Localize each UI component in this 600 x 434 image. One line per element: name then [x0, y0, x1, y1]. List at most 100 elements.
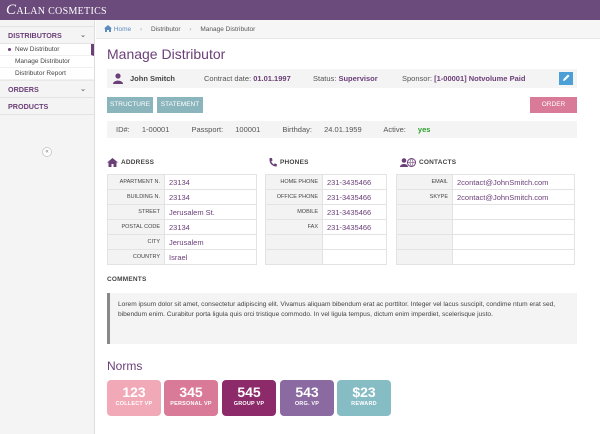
- contract-date: Contract date: 01.01.1997: [204, 69, 291, 88]
- phone-value: 231-3435466: [322, 204, 387, 220]
- collapse-sidebar-button[interactable]: «: [42, 147, 52, 157]
- table-row: MOBILE 231-3435466: [265, 204, 387, 220]
- distributor-info-bar: John Smitch Contract date: 01.01.1997 St…: [107, 69, 577, 88]
- phones-table: HOME PHONE 231-3435466 OFFICE PHONE 231-34…: [265, 174, 387, 265]
- table-row: FAX 231-3435466: [265, 219, 387, 235]
- passport-value: 100001: [235, 125, 261, 134]
- id-label: ID#:: [116, 125, 130, 134]
- sponsor: Sponsor: [1-00001] Notvolume Paid: [402, 69, 525, 88]
- distributor-name: John Smitch: [130, 74, 176, 83]
- contract-date-value: 01.01.1997: [253, 74, 291, 83]
- sidebar-item-label: PRODUCTS: [8, 102, 49, 111]
- contacts-section-title: CONTACTS: [400, 158, 456, 167]
- table-row: APARTMENT N. 23134: [107, 174, 257, 190]
- contact-key: [396, 204, 453, 220]
- contacts-table: EMAIL 2contact@JohnSmitch.com SKYPE 2conta…: [396, 174, 575, 265]
- distributors-submenu: New Distributor Manage Distributor Distr…: [0, 44, 94, 81]
- home-icon: [104, 25, 112, 32]
- id-field: ID#: 1-00001: [116, 125, 179, 134]
- sidebar-item-distributors[interactable]: DISTRIBUTORS ⌄: [0, 27, 94, 44]
- logo[interactable]: CALAN COSMETICS: [6, 2, 107, 19]
- norm-card-personal-vp: 345 PERSONAL VP: [164, 380, 218, 416]
- breadcrumb-home[interactable]: Home: [114, 26, 131, 33]
- breadcrumb: Home › Distributor › Manage Distributor: [96, 20, 600, 39]
- address-key: POSTAL CODE: [107, 219, 165, 235]
- contact-value: 2contact@JohnSmitch.com: [452, 174, 575, 190]
- contacts-icon: [400, 158, 416, 167]
- id-value: 1-00001: [141, 125, 170, 134]
- phones-title-text: PHONES: [280, 159, 309, 167]
- edit-button[interactable]: [559, 72, 573, 85]
- address-value: Jerusalem St.: [164, 204, 257, 220]
- active-value: yes: [417, 125, 431, 134]
- comments-section-title: COMMENTS: [107, 276, 147, 283]
- home-icon: [107, 158, 118, 167]
- table-row: EMAIL 2contact@JohnSmitch.com: [396, 174, 575, 190]
- sidebar-item-label: ORDERS: [8, 85, 39, 94]
- breadcrumb-current: Manage Distributor: [200, 26, 256, 33]
- contact-key: EMAIL: [396, 174, 453, 190]
- active-label: Active:: [383, 125, 406, 134]
- birthday-value: 24.01.1959: [324, 125, 362, 134]
- breadcrumb-separator: ›: [139, 26, 143, 33]
- table-row: [265, 234, 387, 250]
- norm-card-collect-vp: 123 COLLECT VP: [107, 380, 161, 416]
- birthday-field: Birthday: 24.01.1959: [282, 125, 371, 134]
- table-row: HOME PHONE 231-3435466: [265, 174, 387, 190]
- address-key: BUILDING N.: [107, 189, 165, 205]
- sidebar-item-manage-distributor[interactable]: Manage Distributor: [0, 56, 94, 68]
- contact-value: [452, 234, 575, 250]
- norm-card-org-vp: 543 ORG. VP: [280, 380, 334, 416]
- table-row: [265, 249, 387, 265]
- norm-label: PERSONAL VP: [170, 401, 212, 407]
- contact-key: [396, 219, 453, 235]
- logo-text: ALAN COSMETICS: [16, 6, 107, 17]
- norm-label: ORG. VP: [294, 401, 320, 407]
- top-bar: CALAN COSMETICS: [0, 0, 600, 20]
- chevron-down-icon: ⌄: [80, 32, 86, 39]
- table-row: SKYPE 2contact@JohnSmitch.com: [396, 189, 575, 205]
- norm-value: 123: [122, 384, 146, 400]
- table-row: [396, 249, 575, 265]
- contact-value: [452, 204, 575, 220]
- breadcrumb-distributor[interactable]: Distributor: [151, 26, 181, 33]
- norm-value: $23: [352, 384, 376, 400]
- address-value: Israel: [164, 249, 257, 265]
- passport-label: Passport:: [191, 125, 224, 134]
- sidebar-item-label: DISTRIBUTORS: [8, 31, 62, 40]
- sponsor-value: [1-00001] Notvolume Paid: [434, 74, 526, 83]
- logo-initial: C: [6, 2, 17, 18]
- norm-value: 345: [179, 384, 203, 400]
- page-title: Manage Distributor: [107, 46, 226, 62]
- sidebar-item-distributor-report[interactable]: Distributor Report: [0, 68, 94, 80]
- sidebar: DISTRIBUTORS ⌄ New Distributor Manage Di…: [0, 20, 95, 434]
- address-value: Jerusalem: [164, 234, 257, 250]
- table-row: STREET Jerusalem St.: [107, 204, 257, 220]
- table-row: [396, 234, 575, 250]
- phone-value: [322, 234, 387, 250]
- address-value: 23134: [164, 174, 257, 190]
- structure-button[interactable]: STRUCTURE: [107, 97, 153, 113]
- sidebar-item-products[interactable]: PRODUCTS: [0, 98, 94, 115]
- contact-key: [396, 234, 453, 250]
- person-icon: [113, 73, 123, 84]
- statement-button[interactable]: STATEMENT: [157, 97, 203, 113]
- contacts-title-text: CONTACTS: [419, 159, 457, 167]
- table-row: COUNTRY Israel: [107, 249, 257, 265]
- table-row: POSTAL CODE 23134: [107, 219, 257, 235]
- norm-label: GROUP VP: [233, 401, 265, 407]
- contract-date-label: Contract date:: [204, 74, 252, 83]
- address-section-title: ADDRESS: [107, 158, 154, 167]
- order-button[interactable]: ORDER: [530, 97, 577, 113]
- status-label: Status:: [313, 74, 337, 83]
- pencil-icon: [563, 74, 570, 81]
- address-key: CITY: [107, 234, 165, 250]
- comment-text: Lorem ipsum dolor sit amet, consectetur …: [107, 293, 577, 344]
- table-row: OFFICE PHONE 231-3435466: [265, 189, 387, 205]
- norm-value: 543: [295, 384, 319, 400]
- norm-card-group-vp: 545 GROUP VP: [222, 380, 276, 416]
- norm-card-reward: $23 REWARD: [337, 380, 391, 416]
- norms-title: Norms: [107, 359, 143, 373]
- sidebar-item-new-distributor[interactable]: New Distributor: [0, 44, 94, 56]
- sidebar-item-orders[interactable]: ORDERS ⌄: [0, 81, 94, 98]
